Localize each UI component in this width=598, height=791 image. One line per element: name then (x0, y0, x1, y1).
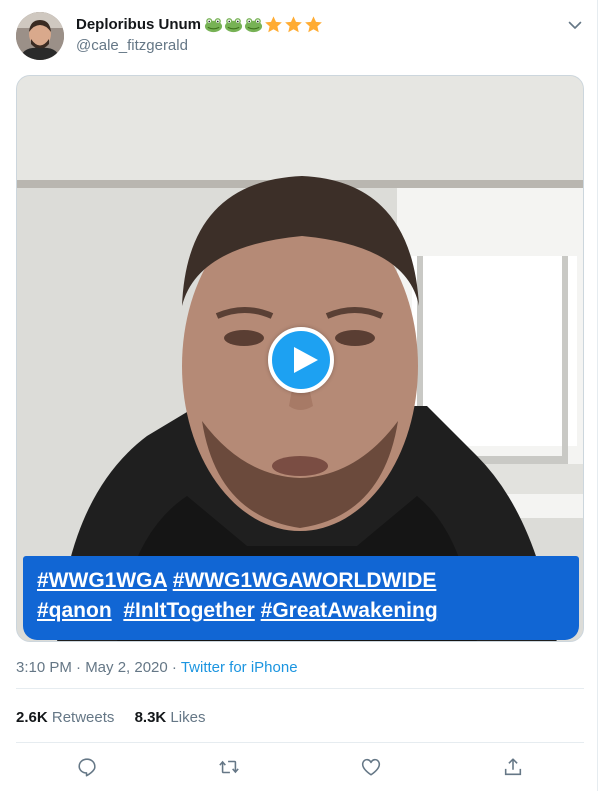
tweet-source-link[interactable]: Twitter for iPhone (181, 659, 298, 676)
retweets-stat[interactable]: 2.6K Retweets (16, 709, 114, 726)
frog-emoji (204, 18, 223, 33)
like-icon (361, 758, 381, 776)
tweet-header: Deploribus Unum @cale_fitzgerald (16, 12, 586, 62)
timestamp[interactable]: 3:10 PM · May 2, 2020 · (16, 659, 181, 676)
hashtag-line-1: #WWG1WGA #WWG1WGAWORLDWIDE (37, 566, 565, 596)
star-emoji (305, 16, 322, 33)
share-icon (504, 758, 522, 776)
author-block: Deploribus Unum @cale_fitzgerald (76, 15, 323, 54)
display-name[interactable]: Deploribus Unum (76, 15, 323, 34)
hashtag-link[interactable]: #GreatAwakening (261, 599, 438, 622)
tweet-card: Deploribus Unum @cale_fitzgerald #WWG1WG… (0, 0, 598, 791)
retweets-label: Retweets (51, 709, 115, 726)
frog-emoji (224, 18, 243, 33)
divider (16, 688, 584, 689)
retweets-count: 2.6K (16, 709, 48, 726)
frog-emoji (244, 18, 263, 33)
author-handle[interactable]: @cale_fitzgerald (76, 37, 323, 54)
action-bar (16, 752, 584, 782)
star-emoji (265, 16, 282, 33)
star-emoji (285, 16, 302, 33)
video-player[interactable]: #WWG1WGA #WWG1WGAWORLDWIDE #qanon #InItT… (16, 75, 584, 642)
play-icon (294, 347, 318, 373)
hashtag-link[interactable]: #WWG1WGA (37, 569, 167, 592)
hashtag-link[interactable]: #qanon (37, 599, 112, 622)
reply-button[interactable] (72, 752, 102, 782)
tweet-meta: 3:10 PM · May 2, 2020 · Twitter for iPho… (16, 659, 298, 676)
share-button[interactable] (498, 752, 528, 782)
likes-count: 8.3K (134, 709, 167, 726)
hashtag-overlay: #WWG1WGA #WWG1WGAWORLDWIDE #qanon #InItT… (23, 556, 579, 640)
display-name-text: Deploribus Unum (76, 16, 202, 33)
hashtag-link[interactable]: #InItTogether (123, 599, 254, 622)
hashtag-link[interactable]: #WWG1WGAWORLDWIDE (173, 569, 437, 592)
divider (16, 742, 584, 743)
chevron-down-icon[interactable] (566, 16, 584, 34)
avatar[interactable] (16, 12, 64, 60)
retweet-icon (219, 760, 239, 774)
like-button[interactable] (356, 752, 386, 782)
tweet-stats: 2.6K Retweets 8.3K Likes (16, 709, 221, 726)
hashtag-line-2: #qanon #InItTogether #GreatAwakening (37, 596, 565, 626)
likes-label: Likes (170, 709, 206, 726)
reply-icon (78, 758, 96, 777)
likes-stat[interactable]: 8.3K Likes (135, 709, 206, 726)
retweet-button[interactable] (214, 752, 244, 782)
play-button[interactable] (268, 327, 334, 393)
